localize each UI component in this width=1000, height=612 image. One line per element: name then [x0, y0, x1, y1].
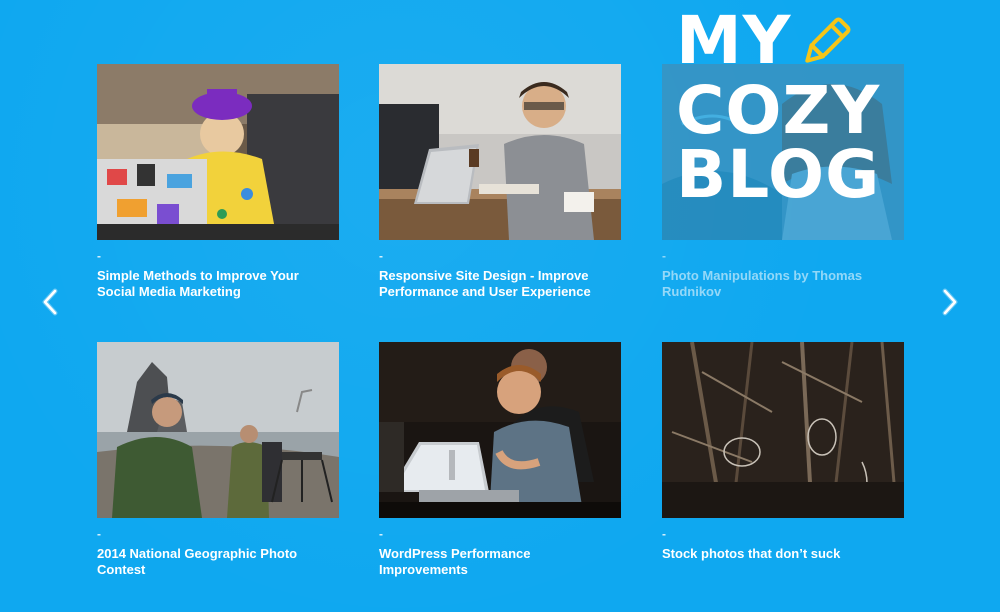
post-card: - Stock photos that don’t suck	[662, 342, 904, 562]
post-title[interactable]: Responsive Site Design - Improve Perform…	[379, 268, 621, 300]
post-card: - WordPress Performance Improvements	[379, 342, 621, 578]
post-thumbnail[interactable]	[662, 342, 904, 518]
post-title[interactable]: Photo Manipulations by Thomas Rudnikov	[662, 268, 904, 300]
post-card: - Photo Manipulations by Thomas Rudnikov	[662, 64, 904, 300]
post-thumbnail[interactable]	[379, 342, 621, 518]
post-thumbnail[interactable]	[97, 342, 339, 518]
post-thumbnail[interactable]	[97, 64, 339, 240]
chevron-left-icon[interactable]	[40, 288, 60, 316]
post-dash: -	[97, 527, 101, 541]
post-card: - 2014 National Geographic Photo Contest	[97, 342, 339, 578]
post-dash: -	[662, 249, 666, 263]
post-title[interactable]: Stock photos that don’t suck	[662, 546, 904, 562]
post-thumbnail[interactable]	[662, 64, 904, 240]
post-dash: -	[97, 249, 101, 263]
post-card: - Responsive Site Design - Improve Perfo…	[379, 64, 621, 300]
post-dash: -	[662, 527, 666, 541]
post-dash: -	[379, 249, 383, 263]
post-thumbnail[interactable]	[379, 64, 621, 240]
post-dash: -	[379, 527, 383, 541]
post-card: - Simple Methods to Improve Your Social …	[97, 64, 339, 300]
post-title[interactable]: 2014 National Geographic Photo Contest	[97, 546, 339, 578]
chevron-right-icon[interactable]	[940, 288, 960, 316]
blog-page: - Simple Methods to Improve Your Social …	[0, 0, 1000, 612]
post-title[interactable]: Simple Methods to Improve Your Social Me…	[97, 268, 339, 300]
post-title[interactable]: WordPress Performance Improvements	[379, 546, 621, 578]
